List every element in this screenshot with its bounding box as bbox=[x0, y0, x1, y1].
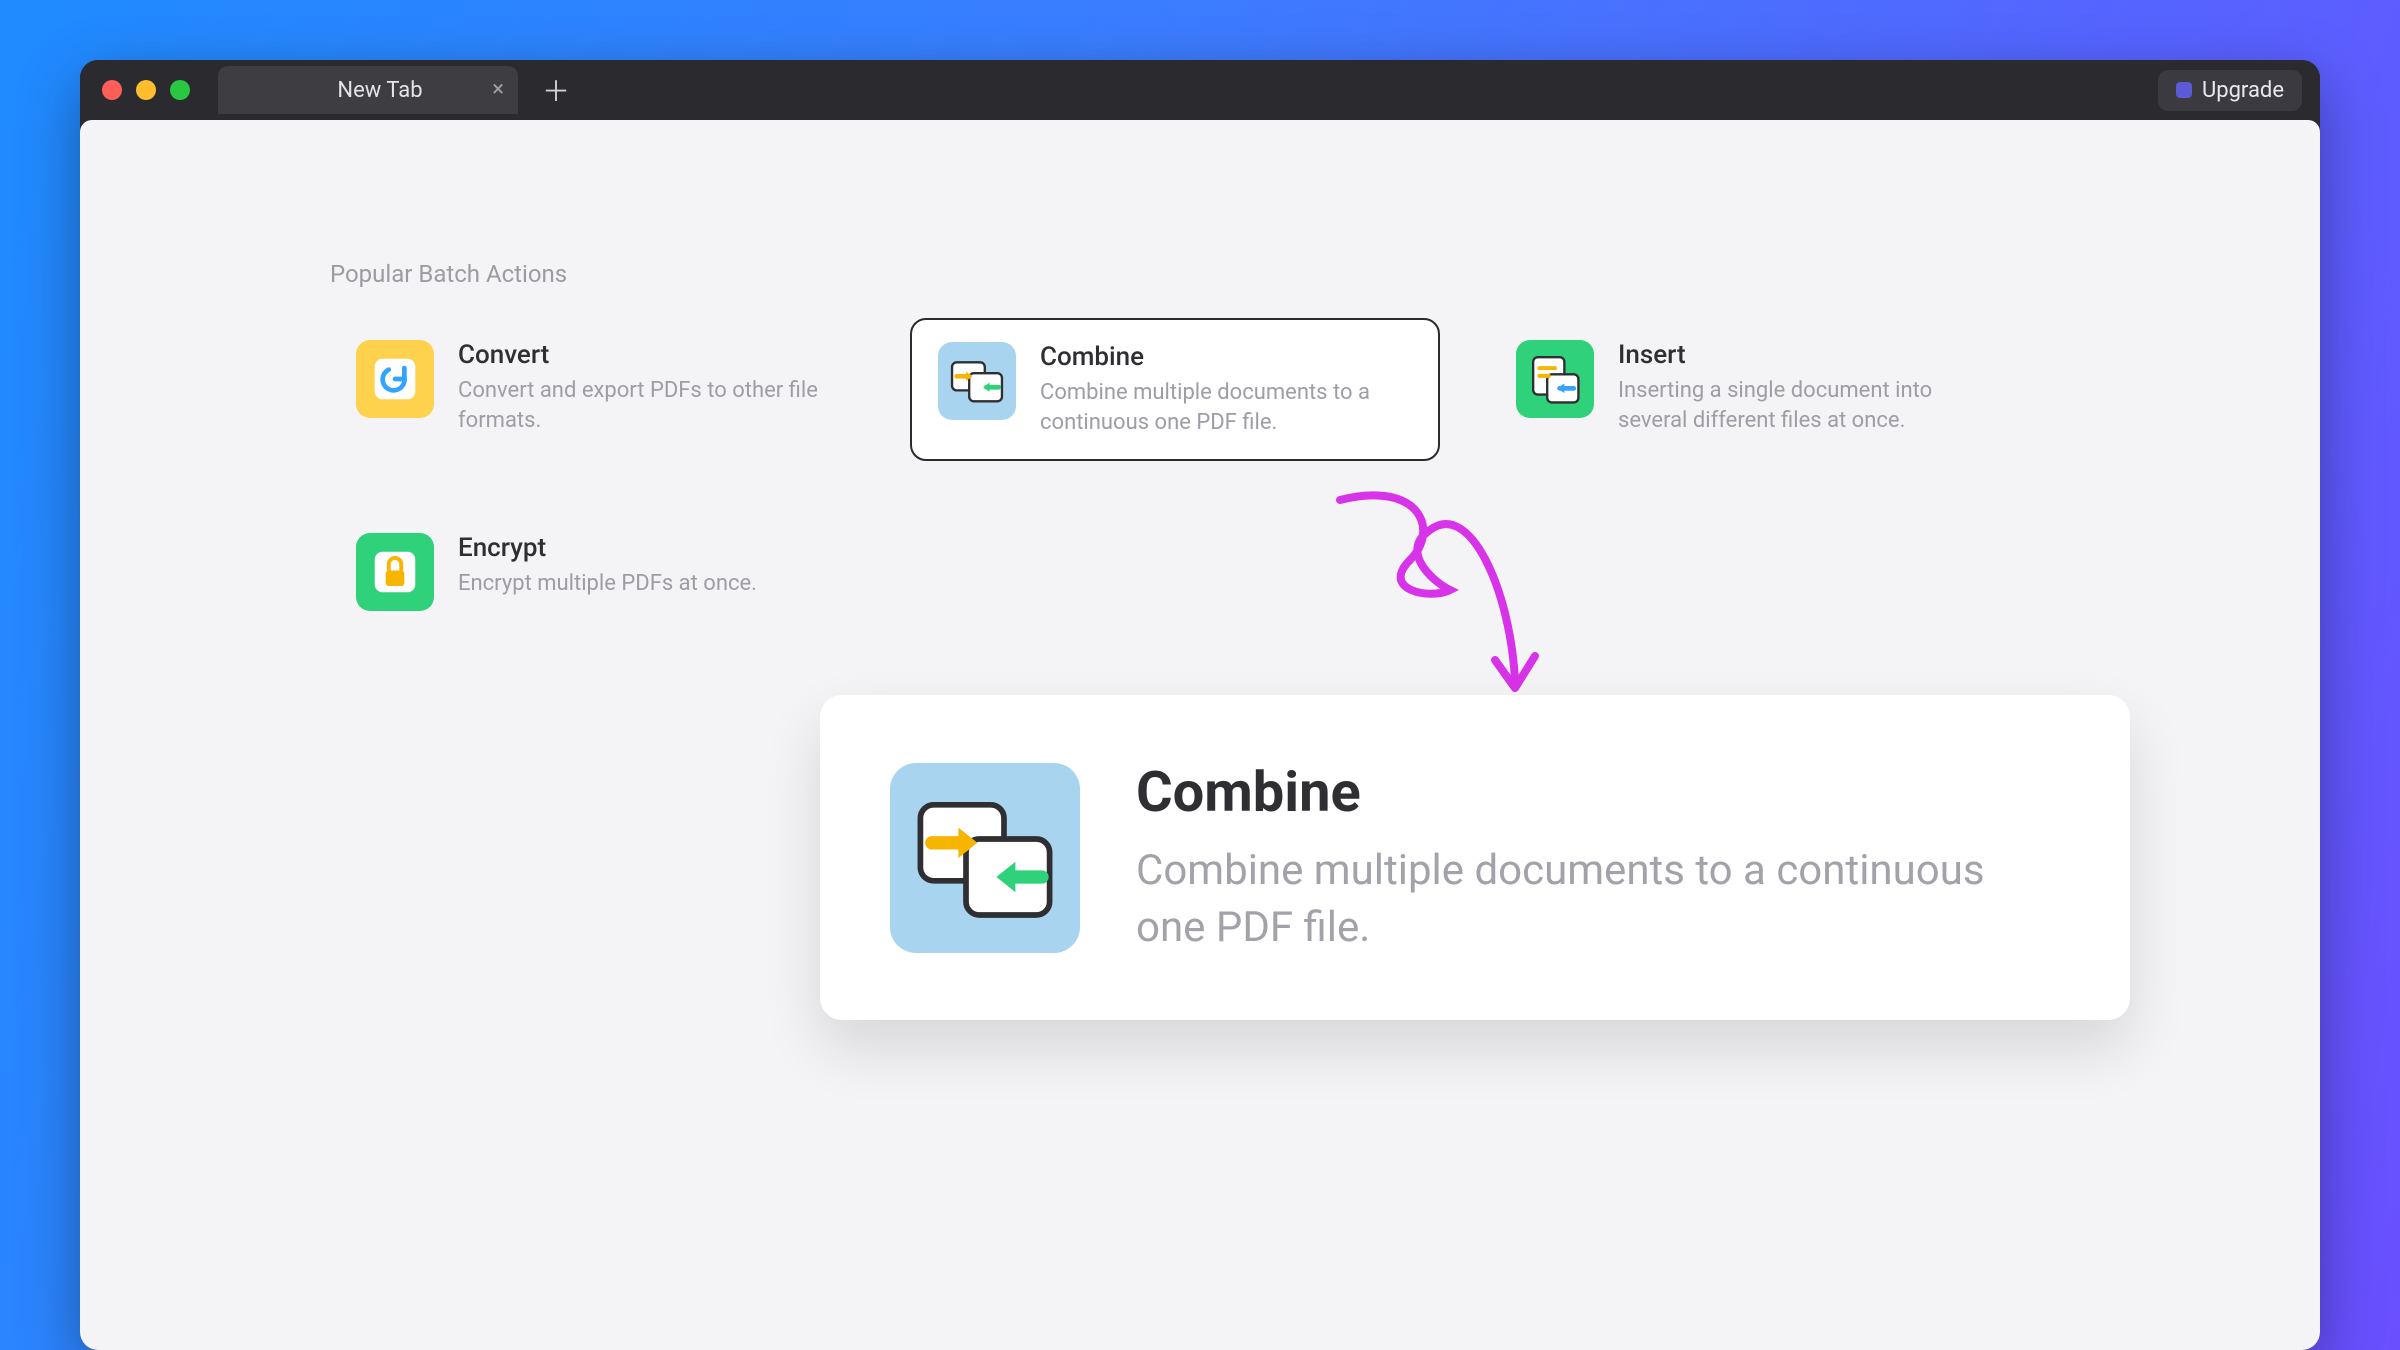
card-title: Combine bbox=[1040, 342, 1412, 372]
upgrade-label: Upgrade bbox=[2202, 78, 2284, 103]
card-desc: Encrypt multiple PDFs at once. bbox=[458, 569, 834, 599]
callout-card-combine[interactable]: Combine Combine multiple documents to a … bbox=[820, 695, 2130, 1020]
card-encrypt[interactable]: Encrypt Encrypt multiple PDFs at once. bbox=[330, 511, 860, 633]
card-combine[interactable]: Combine Combine multiple documents to a … bbox=[910, 318, 1440, 461]
card-desc: Combine multiple documents to a continuo… bbox=[1040, 378, 1412, 437]
card-desc: Convert and export PDFs to other file fo… bbox=[458, 376, 834, 435]
titlebar-right: Upgrade bbox=[2158, 70, 2302, 111]
convert-icon bbox=[356, 340, 434, 418]
card-text: Encrypt Encrypt multiple PDFs at once. bbox=[458, 533, 834, 599]
card-desc: Inserting a single document into several… bbox=[1618, 376, 1994, 435]
cards-grid: Convert Convert and export PDFs to other… bbox=[330, 318, 2070, 633]
card-title: Convert bbox=[458, 340, 834, 370]
encrypt-icon bbox=[356, 533, 434, 611]
window-controls bbox=[102, 80, 190, 100]
titlebar: New Tab × ＋ Upgrade bbox=[80, 60, 2320, 120]
upgrade-badge-icon bbox=[2176, 82, 2192, 98]
callout-text: Combine Combine multiple documents to a … bbox=[1136, 759, 2060, 956]
app-window: New Tab × ＋ Upgrade Popular Batch Action… bbox=[80, 60, 2320, 1350]
card-title: Insert bbox=[1618, 340, 1994, 370]
card-text: Insert Inserting a single document into … bbox=[1618, 340, 1994, 435]
batch-actions-section: Popular Batch Actions Convert Convert an… bbox=[330, 260, 2070, 633]
close-window-button[interactable] bbox=[102, 80, 122, 100]
callout-desc: Combine multiple documents to a continuo… bbox=[1136, 843, 2060, 956]
callout-title: Combine bbox=[1136, 759, 2060, 825]
card-text: Convert Convert and export PDFs to other… bbox=[458, 340, 834, 435]
content-area: Popular Batch Actions Convert Convert an… bbox=[80, 120, 2320, 1350]
insert-icon bbox=[1516, 340, 1594, 418]
card-convert[interactable]: Convert Convert and export PDFs to other… bbox=[330, 318, 860, 461]
combine-icon bbox=[890, 763, 1080, 953]
upgrade-button[interactable]: Upgrade bbox=[2158, 70, 2302, 111]
tab-close-icon[interactable]: × bbox=[492, 79, 504, 101]
new-tab-button[interactable]: ＋ bbox=[536, 70, 576, 110]
tab-new[interactable]: New Tab × bbox=[218, 66, 518, 114]
section-title: Popular Batch Actions bbox=[330, 260, 2070, 288]
card-text: Combine Combine multiple documents to a … bbox=[1040, 342, 1412, 437]
tab-label: New Tab bbox=[337, 78, 422, 103]
card-title: Encrypt bbox=[458, 533, 834, 563]
zoom-window-button[interactable] bbox=[170, 80, 190, 100]
minimize-window-button[interactable] bbox=[136, 80, 156, 100]
card-insert[interactable]: Insert Inserting a single document into … bbox=[1490, 318, 2020, 461]
plus-icon: ＋ bbox=[542, 70, 570, 110]
combine-icon bbox=[938, 342, 1016, 420]
